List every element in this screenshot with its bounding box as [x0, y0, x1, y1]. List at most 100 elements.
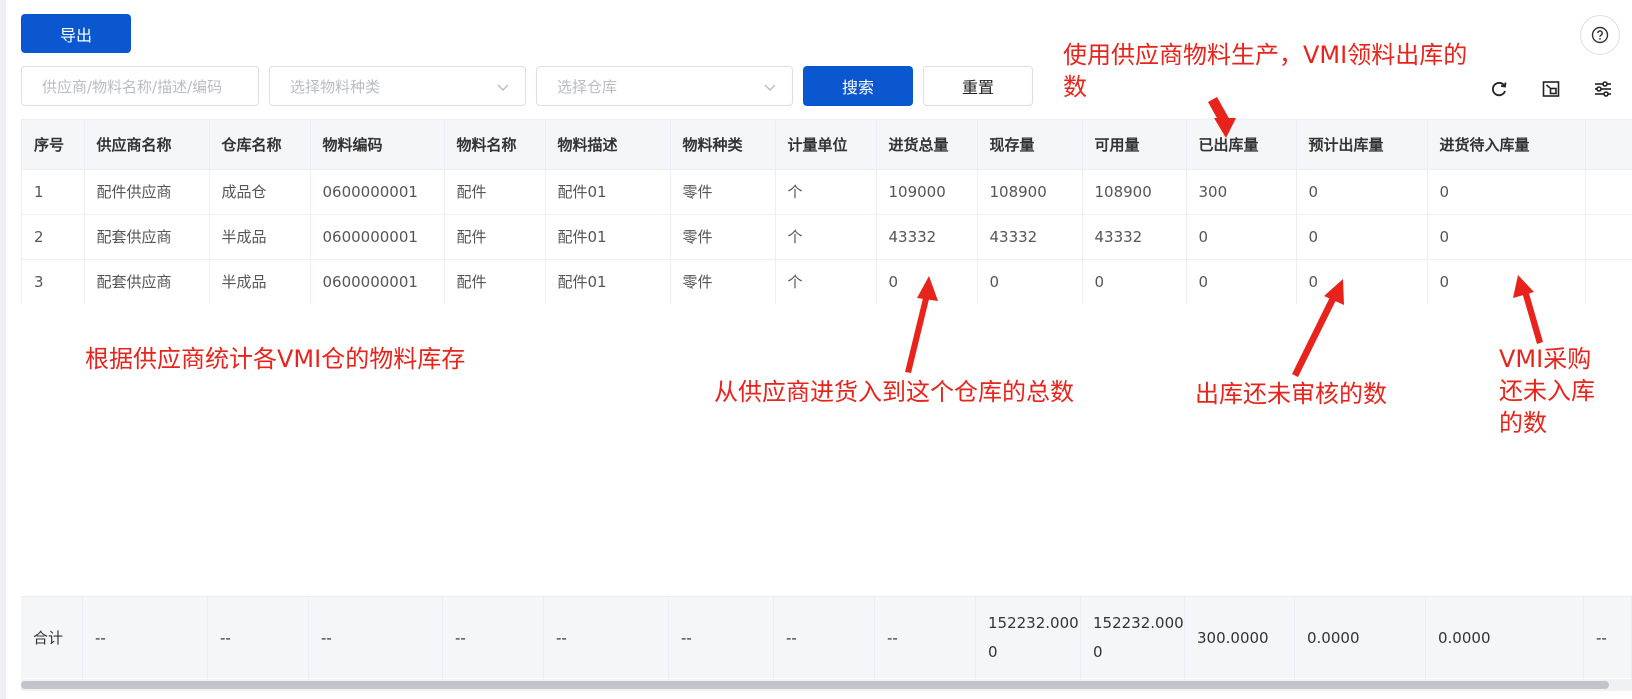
cell-material-desc: 配件01 [545, 169, 671, 215]
column-header[interactable]: 物料名称 [444, 120, 546, 170]
annotation-inventory: 根据供应商统计各VMI仓的物料库存 [85, 345, 466, 373]
annotation-pending-out: 出库还未审核的数 [1195, 380, 1387, 408]
cell-unit: 个 [775, 214, 877, 260]
column-header[interactable]: 现存量 [977, 120, 1083, 170]
cell-index: 3 [22, 259, 85, 305]
column-header[interactable]: 物料种类 [670, 120, 776, 170]
cell-available: 108900 [1082, 169, 1187, 215]
summary-pending-in: 0.0000 [1426, 597, 1584, 679]
table-header-row: 序号 供应商名称 仓库名称 物料编码 物料名称 物料描述 物料种类 计量单位 进… [22, 120, 1632, 170]
cell-warehouse: 成品仓 [209, 169, 311, 215]
cell-material-code: 0600000001 [310, 169, 445, 215]
annotation-total-in: 从供应商进货入到这个仓库的总数 [714, 378, 1074, 406]
export-button[interactable]: 导出 [21, 14, 131, 53]
summary-cell: -- [208, 597, 309, 679]
cell-issued: 0 [1186, 259, 1297, 305]
summary-cell: -- [309, 597, 443, 679]
cell-unit: 个 [775, 169, 877, 215]
cell-extra [1585, 214, 1632, 260]
cell-pending-out: 0 [1296, 169, 1428, 215]
cell-pending-in: 0 [1427, 169, 1586, 215]
column-header[interactable]: 仓库名称 [209, 120, 311, 170]
summary-cell: -- [774, 597, 875, 679]
chevron-down-icon [764, 84, 776, 91]
cell-material-desc: 配件01 [545, 214, 671, 260]
cell-material-code: 0600000001 [310, 214, 445, 260]
material-type-select[interactable]: 选择物料种类 [269, 66, 526, 106]
horizontal-scrollbar[interactable] [21, 679, 1632, 691]
chevron-down-icon [497, 84, 509, 91]
summary-cell: -- [443, 597, 544, 679]
summary-available: 152232.0000 [1081, 597, 1185, 679]
cell-material-name: 配件 [444, 169, 546, 215]
fullscreen-icon[interactable] [1540, 78, 1562, 100]
scrollbar-thumb[interactable] [21, 681, 1609, 689]
column-header[interactable]: 物料编码 [310, 120, 445, 170]
search-input[interactable]: 供应商/物料名称/描述/编码 [21, 66, 259, 106]
table-row[interactable]: 1 配件供应商 成品仓 0600000001 配件 配件01 零件 个 1090… [22, 169, 1632, 215]
summary-cell: -- [83, 597, 208, 679]
cell-warehouse: 半成品 [209, 259, 311, 305]
cell-total-in: 43332 [876, 214, 978, 260]
summary-cell: -- [875, 597, 976, 679]
cell-pending-in: 0 [1427, 259, 1586, 305]
summary-cell: -- [544, 597, 669, 679]
cell-index: 1 [22, 169, 85, 215]
summary-pending-out: 0.0000 [1295, 597, 1426, 679]
cell-material-desc: 配件01 [545, 259, 671, 305]
annotation-issued: 使用供应商物料生产，VMI领料出库的数 [1063, 41, 1468, 101]
reset-button[interactable]: 重置 [923, 66, 1033, 106]
cell-total-in: 0 [876, 259, 978, 305]
summary-issued: 300.0000 [1185, 597, 1295, 679]
cell-material-type: 零件 [670, 259, 776, 305]
cell-issued: 0 [1186, 214, 1297, 260]
column-header[interactable]: 序号 [22, 120, 85, 170]
cell-on-hand: 108900 [977, 169, 1083, 215]
column-header[interactable]: 预计出库量 [1296, 120, 1428, 170]
cell-warehouse: 半成品 [209, 214, 311, 260]
column-settings-icon[interactable] [1592, 78, 1614, 100]
refresh-icon[interactable] [1488, 78, 1510, 100]
search-placeholder: 供应商/物料名称/描述/编码 [42, 77, 223, 96]
column-header [1585, 120, 1632, 170]
cell-pending-out: 0 [1296, 259, 1428, 305]
cell-extra [1585, 169, 1632, 215]
cell-available: 0 [1082, 259, 1187, 305]
warehouse-placeholder: 选择仓库 [557, 77, 618, 96]
column-header[interactable]: 计量单位 [775, 120, 877, 170]
summary-label: 合计 [21, 597, 83, 679]
material-type-placeholder: 选择物料种类 [290, 77, 381, 96]
cell-available: 43332 [1082, 214, 1187, 260]
cell-issued: 300 [1186, 169, 1297, 215]
column-header[interactable]: 进货待入库量 [1427, 120, 1586, 170]
table-row[interactable]: 3 配套供应商 半成品 0600000001 配件 配件01 零件 个 0 0 … [22, 259, 1632, 305]
cell-supplier: 配件供应商 [84, 169, 210, 215]
cell-material-name: 配件 [444, 259, 546, 305]
cell-pending-in: 0 [1427, 214, 1586, 260]
cell-material-type: 零件 [670, 169, 776, 215]
cell-supplier: 配套供应商 [84, 214, 210, 260]
summary-cell: -- [1584, 597, 1632, 679]
warehouse-select[interactable]: 选择仓库 [536, 66, 793, 106]
cell-material-name: 配件 [444, 214, 546, 260]
cell-supplier: 配套供应商 [84, 259, 210, 305]
cell-total-in: 109000 [876, 169, 978, 215]
cell-unit: 个 [775, 259, 877, 305]
search-button[interactable]: 搜索 [803, 66, 913, 106]
column-header[interactable]: 可用量 [1082, 120, 1187, 170]
cell-index: 2 [22, 214, 85, 260]
table-row[interactable]: 2 配套供应商 半成品 0600000001 配件 配件01 零件 个 4333… [22, 214, 1632, 260]
annotation-pending-in: VMI采购还未入库的数 [1499, 345, 1595, 437]
column-header[interactable]: 已出库量 [1186, 120, 1297, 170]
cell-extra [1585, 259, 1632, 305]
cell-on-hand: 43332 [977, 214, 1083, 260]
column-header[interactable]: 进货总量 [876, 120, 978, 170]
left-edge-strip [0, 0, 6, 699]
cell-material-type: 零件 [670, 214, 776, 260]
column-header[interactable]: 供应商名称 [84, 120, 210, 170]
summary-row: 合计 -- -- -- -- -- -- -- -- 152232.0000 1… [21, 596, 1632, 679]
cell-pending-out: 0 [1296, 214, 1428, 260]
help-icon[interactable] [1580, 15, 1620, 55]
column-header[interactable]: 物料描述 [545, 120, 671, 170]
summary-cell: -- [669, 597, 774, 679]
